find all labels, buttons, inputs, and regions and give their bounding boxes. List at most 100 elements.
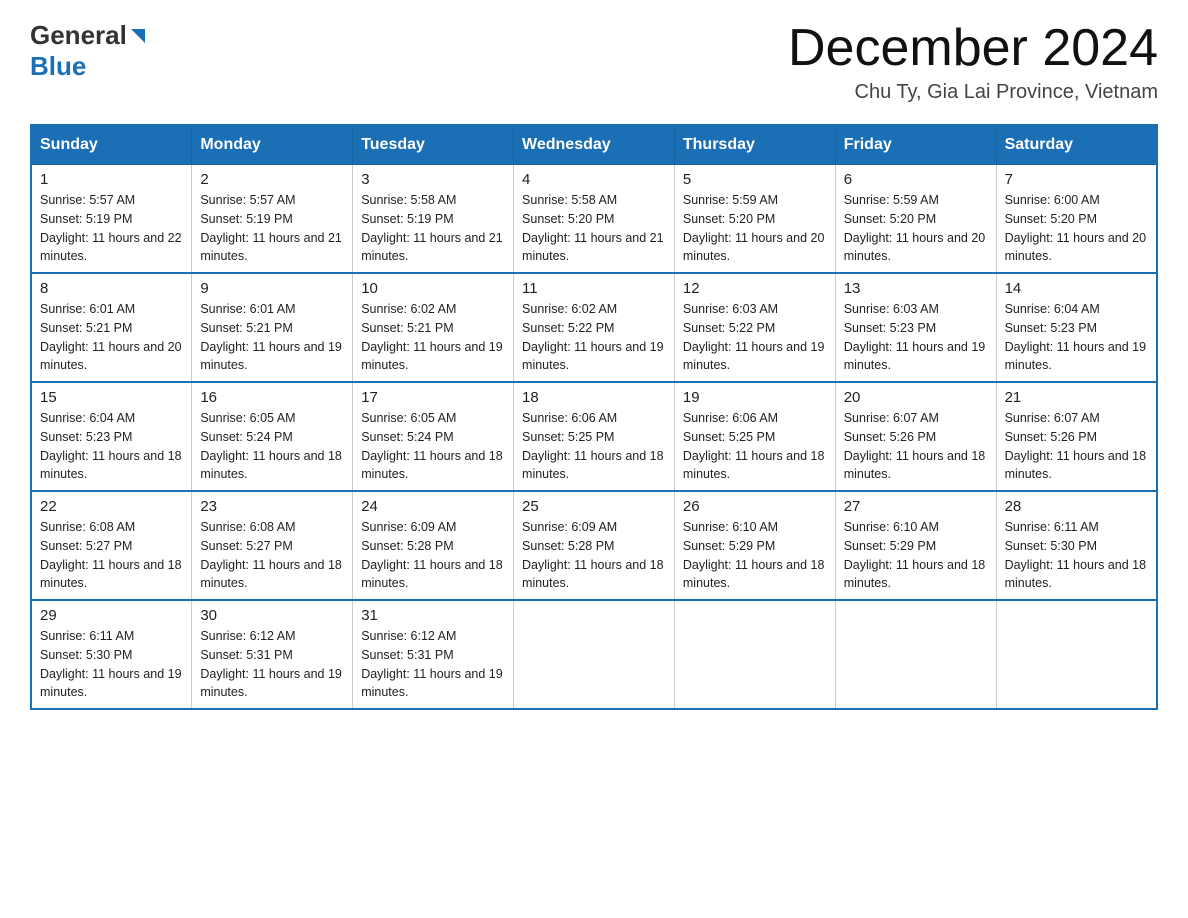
calendar-cell: 3 Sunrise: 5:58 AM Sunset: 5:19 PM Dayli… xyxy=(353,165,514,274)
sunset-label: Sunset: 5:19 PM xyxy=(200,212,292,226)
day-info: Sunrise: 6:05 AM Sunset: 5:24 PM Dayligh… xyxy=(200,409,344,484)
day-number: 12 xyxy=(683,280,827,297)
sunrise-label: Sunrise: 6:12 AM xyxy=(361,629,456,643)
sunset-label: Sunset: 5:24 PM xyxy=(361,430,453,444)
sunrise-label: Sunrise: 6:06 AM xyxy=(683,411,778,425)
day-info: Sunrise: 6:02 AM Sunset: 5:22 PM Dayligh… xyxy=(522,300,666,375)
sunrise-label: Sunrise: 6:02 AM xyxy=(361,302,456,316)
calendar-cell: 8 Sunrise: 6:01 AM Sunset: 5:21 PM Dayli… xyxy=(31,273,192,382)
day-info: Sunrise: 6:09 AM Sunset: 5:28 PM Dayligh… xyxy=(361,518,505,593)
calendar-cell: 16 Sunrise: 6:05 AM Sunset: 5:24 PM Dayl… xyxy=(192,382,353,491)
day-info: Sunrise: 6:01 AM Sunset: 5:21 PM Dayligh… xyxy=(40,300,183,375)
day-number: 1 xyxy=(40,171,183,188)
logo: General Blue xyxy=(30,20,149,82)
sunset-label: Sunset: 5:28 PM xyxy=(522,539,614,553)
daylight-label: Daylight: 11 hours and 20 minutes. xyxy=(683,231,825,264)
day-info: Sunrise: 5:58 AM Sunset: 5:19 PM Dayligh… xyxy=(361,191,505,266)
col-wednesday: Wednesday xyxy=(514,125,675,165)
calendar-cell: 2 Sunrise: 5:57 AM Sunset: 5:19 PM Dayli… xyxy=(192,165,353,274)
calendar-cell: 25 Sunrise: 6:09 AM Sunset: 5:28 PM Dayl… xyxy=(514,491,675,600)
sunset-label: Sunset: 5:21 PM xyxy=(200,321,292,335)
logo-blue-text: Blue xyxy=(30,51,86,81)
sunrise-label: Sunrise: 6:07 AM xyxy=(1005,411,1100,425)
day-number: 9 xyxy=(200,280,344,297)
day-number: 24 xyxy=(361,498,505,515)
day-number: 31 xyxy=(361,607,505,624)
sunrise-label: Sunrise: 6:05 AM xyxy=(200,411,295,425)
day-info: Sunrise: 6:10 AM Sunset: 5:29 PM Dayligh… xyxy=(683,518,827,593)
day-number: 25 xyxy=(522,498,666,515)
sunrise-label: Sunrise: 6:08 AM xyxy=(200,520,295,534)
calendar-cell xyxy=(996,600,1157,709)
sunset-label: Sunset: 5:23 PM xyxy=(40,430,132,444)
calendar-cell: 4 Sunrise: 5:58 AM Sunset: 5:20 PM Dayli… xyxy=(514,165,675,274)
day-info: Sunrise: 5:59 AM Sunset: 5:20 PM Dayligh… xyxy=(844,191,988,266)
calendar-cell: 28 Sunrise: 6:11 AM Sunset: 5:30 PM Dayl… xyxy=(996,491,1157,600)
sunset-label: Sunset: 5:31 PM xyxy=(200,648,292,662)
day-number: 11 xyxy=(522,280,666,297)
daylight-label: Daylight: 11 hours and 18 minutes. xyxy=(40,558,182,591)
calendar-cell: 11 Sunrise: 6:02 AM Sunset: 5:22 PM Dayl… xyxy=(514,273,675,382)
sunrise-label: Sunrise: 5:59 AM xyxy=(683,193,778,207)
calendar-cell: 17 Sunrise: 6:05 AM Sunset: 5:24 PM Dayl… xyxy=(353,382,514,491)
day-info: Sunrise: 6:09 AM Sunset: 5:28 PM Dayligh… xyxy=(522,518,666,593)
day-info: Sunrise: 6:01 AM Sunset: 5:21 PM Dayligh… xyxy=(200,300,344,375)
sunset-label: Sunset: 5:21 PM xyxy=(361,321,453,335)
day-info: Sunrise: 6:03 AM Sunset: 5:22 PM Dayligh… xyxy=(683,300,827,375)
col-tuesday: Tuesday xyxy=(353,125,514,165)
sunrise-label: Sunrise: 6:04 AM xyxy=(40,411,135,425)
day-info: Sunrise: 6:08 AM Sunset: 5:27 PM Dayligh… xyxy=(40,518,183,593)
sunset-label: Sunset: 5:23 PM xyxy=(1005,321,1097,335)
sunset-label: Sunset: 5:20 PM xyxy=(522,212,614,226)
day-info: Sunrise: 6:06 AM Sunset: 5:25 PM Dayligh… xyxy=(683,409,827,484)
col-saturday: Saturday xyxy=(996,125,1157,165)
daylight-label: Daylight: 11 hours and 21 minutes. xyxy=(522,231,664,264)
daylight-label: Daylight: 11 hours and 18 minutes. xyxy=(683,558,825,591)
month-title: December 2024 xyxy=(788,20,1158,77)
calendar-cell: 23 Sunrise: 6:08 AM Sunset: 5:27 PM Dayl… xyxy=(192,491,353,600)
day-info: Sunrise: 6:10 AM Sunset: 5:29 PM Dayligh… xyxy=(844,518,988,593)
sunset-label: Sunset: 5:21 PM xyxy=(40,321,132,335)
day-number: 10 xyxy=(361,280,505,297)
day-number: 16 xyxy=(200,389,344,406)
logo-general-text: General xyxy=(30,20,127,51)
sunrise-label: Sunrise: 6:08 AM xyxy=(40,520,135,534)
sunset-label: Sunset: 5:20 PM xyxy=(1005,212,1097,226)
daylight-label: Daylight: 11 hours and 19 minutes. xyxy=(40,667,182,700)
daylight-label: Daylight: 11 hours and 18 minutes. xyxy=(522,558,664,591)
daylight-label: Daylight: 11 hours and 18 minutes. xyxy=(1005,558,1147,591)
calendar-cell xyxy=(674,600,835,709)
sunset-label: Sunset: 5:30 PM xyxy=(1005,539,1097,553)
calendar-cell: 6 Sunrise: 5:59 AM Sunset: 5:20 PM Dayli… xyxy=(835,165,996,274)
day-info: Sunrise: 5:59 AM Sunset: 5:20 PM Dayligh… xyxy=(683,191,827,266)
col-thursday: Thursday xyxy=(674,125,835,165)
day-number: 14 xyxy=(1005,280,1148,297)
calendar-cell: 21 Sunrise: 6:07 AM Sunset: 5:26 PM Dayl… xyxy=(996,382,1157,491)
sunrise-label: Sunrise: 6:02 AM xyxy=(522,302,617,316)
sunrise-label: Sunrise: 6:09 AM xyxy=(361,520,456,534)
day-number: 19 xyxy=(683,389,827,406)
daylight-label: Daylight: 11 hours and 18 minutes. xyxy=(522,449,664,482)
logo-triangle-icon xyxy=(127,25,149,47)
sunrise-label: Sunrise: 6:03 AM xyxy=(683,302,778,316)
sunset-label: Sunset: 5:20 PM xyxy=(683,212,775,226)
day-number: 29 xyxy=(40,607,183,624)
calendar-cell: 5 Sunrise: 5:59 AM Sunset: 5:20 PM Dayli… xyxy=(674,165,835,274)
daylight-label: Daylight: 11 hours and 18 minutes. xyxy=(200,558,342,591)
day-number: 27 xyxy=(844,498,988,515)
daylight-label: Daylight: 11 hours and 19 minutes. xyxy=(844,340,986,373)
daylight-label: Daylight: 11 hours and 19 minutes. xyxy=(361,340,503,373)
calendar-cell: 31 Sunrise: 6:12 AM Sunset: 5:31 PM Dayl… xyxy=(353,600,514,709)
day-number: 17 xyxy=(361,389,505,406)
sunrise-label: Sunrise: 6:01 AM xyxy=(40,302,135,316)
day-info: Sunrise: 6:07 AM Sunset: 5:26 PM Dayligh… xyxy=(844,409,988,484)
day-number: 18 xyxy=(522,389,666,406)
sunset-label: Sunset: 5:27 PM xyxy=(40,539,132,553)
sunset-label: Sunset: 5:25 PM xyxy=(522,430,614,444)
calendar-cell: 26 Sunrise: 6:10 AM Sunset: 5:29 PM Dayl… xyxy=(674,491,835,600)
sunrise-label: Sunrise: 6:11 AM xyxy=(1005,520,1099,534)
calendar-cell xyxy=(835,600,996,709)
sunrise-label: Sunrise: 6:11 AM xyxy=(40,629,134,643)
col-sunday: Sunday xyxy=(31,125,192,165)
day-info: Sunrise: 6:00 AM Sunset: 5:20 PM Dayligh… xyxy=(1005,191,1148,266)
